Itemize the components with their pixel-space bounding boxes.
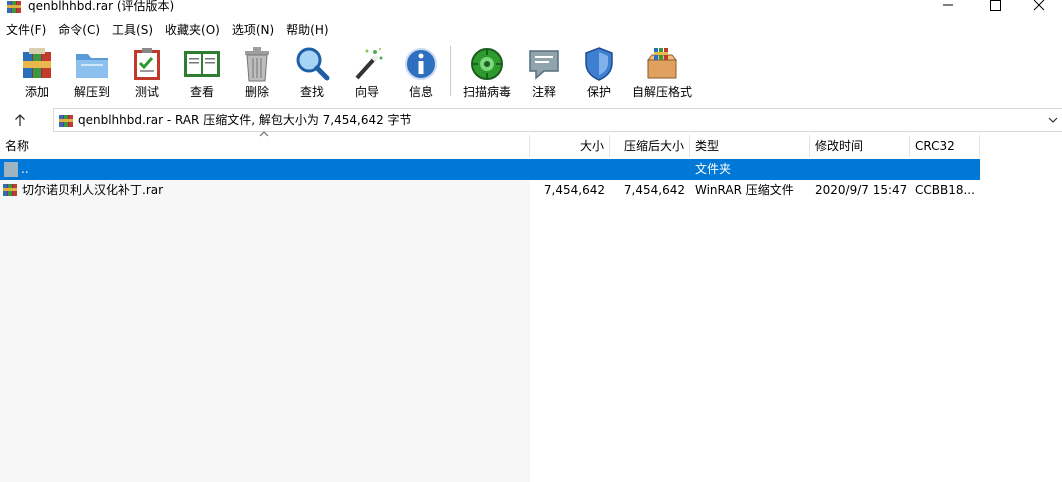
menu-commands[interactable]: 命令(C) — [52, 20, 106, 40]
info-label: 信息 — [408, 85, 433, 99]
chevron-down-icon — [1048, 117, 1058, 123]
wizard-icon — [355, 48, 383, 80]
title-bar: qenblhhbd.rar (评估版本) — [0, 0, 1062, 18]
address-dropdown-button[interactable] — [1046, 112, 1060, 128]
extract-to-icon — [76, 54, 108, 78]
rar-file-icon — [3, 184, 17, 196]
view-icon — [184, 51, 220, 77]
sfx-button[interactable]: 自解压格式 — [632, 44, 692, 102]
info-icon — [405, 48, 437, 80]
row-modified: 2020/9/7 15:47 — [815, 183, 908, 197]
arrow-up-icon — [15, 114, 25, 126]
row-name: .. — [21, 162, 29, 176]
delete-icon — [245, 47, 269, 82]
virus-scan-button[interactable]: 扫描病毒 — [457, 44, 517, 102]
winrar-app-icon — [7, 1, 21, 13]
find-button[interactable]: 查找 — [282, 44, 342, 102]
add-label: 添加 — [24, 85, 49, 99]
menu-file[interactable]: 文件(F) — [0, 20, 52, 40]
row-type: WinRAR 压缩文件 — [695, 183, 794, 197]
test-button[interactable]: 测试 — [117, 44, 177, 102]
minimize-button[interactable] — [925, 0, 971, 18]
protect-button[interactable]: 保护 — [569, 44, 629, 102]
toolbar-separator — [450, 46, 451, 96]
list-item-parent-folder[interactable]: .. 文件夹 — [0, 159, 980, 180]
test-icon — [134, 48, 160, 80]
delete-label: 删除 — [244, 85, 269, 99]
menu-tools[interactable]: 工具(S) — [106, 20, 159, 40]
comment-icon — [529, 50, 559, 80]
row-name: 切尔诺贝利人汉化补丁.rar — [22, 183, 164, 197]
add-button[interactable]: 添加 — [7, 44, 67, 102]
sfx-label: 自解压格式 — [632, 85, 693, 99]
name-column-background — [0, 180, 530, 482]
address-bar: qenblhhbd.rar - RAR 压缩文件, 解包大小为 7,454,64… — [0, 108, 1062, 132]
toolbar: 添加 解压到 测试 查看 删除 查找 向导 信息 扫描病毒 注释 保护 自解压格… — [0, 40, 1062, 102]
maximize-button[interactable] — [972, 0, 1018, 18]
row-type: 文件夹 — [695, 162, 732, 176]
menu-help[interactable]: 帮助(H) — [280, 20, 334, 40]
menu-options[interactable]: 选项(N) — [226, 20, 280, 40]
virus-scan-label: 扫描病毒 — [462, 85, 511, 99]
column-header-modified[interactable]: 修改时间 — [810, 135, 910, 157]
file-list: 名称 大小 压缩后大小 类型 修改时间 CRC32 .. 文件夹 切尔诺贝利人汉… — [0, 131, 1062, 482]
comment-button[interactable]: 注释 — [514, 44, 574, 102]
list-header: 名称 大小 压缩后大小 类型 修改时间 CRC32 — [0, 131, 1062, 157]
address-field[interactable]: qenblhhbd.rar - RAR 压缩文件, 解包大小为 7,454,64… — [53, 108, 1062, 132]
close-button[interactable] — [1016, 0, 1062, 18]
wizard-button[interactable]: 向导 — [337, 44, 397, 102]
find-label: 查找 — [299, 85, 324, 99]
minimize-icon — [943, 4, 953, 6]
test-label: 测试 — [134, 85, 159, 99]
address-text: qenblhhbd.rar - RAR 压缩文件, 解包大小为 7,454,64… — [78, 113, 412, 127]
list-item-file[interactable]: 切尔诺贝利人汉化补丁.rar 7,454,642 7,454,642 WinRA… — [0, 180, 980, 201]
row-crc: CCBB18... — [915, 183, 975, 197]
rar-archive-icon — [59, 115, 73, 127]
protect-label: 保护 — [586, 85, 611, 99]
window-title: qenblhhbd.rar (评估版本) — [28, 0, 175, 13]
menu-bar: 文件(F) 命令(C) 工具(S) 收藏夹(O) 选项(N) 帮助(H) — [0, 20, 1062, 40]
delete-button[interactable]: 删除 — [227, 44, 287, 102]
maximize-icon — [990, 0, 1001, 11]
column-header-size[interactable]: 大小 — [530, 135, 610, 157]
find-icon — [296, 47, 330, 81]
info-button[interactable]: 信息 — [391, 44, 451, 102]
virus-scan-icon — [471, 48, 503, 80]
up-button[interactable] — [10, 110, 30, 130]
view-button[interactable]: 查看 — [172, 44, 232, 102]
view-label: 查看 — [189, 85, 214, 99]
protect-icon — [585, 47, 613, 81]
comment-label: 注释 — [531, 85, 556, 99]
extract-to-button[interactable]: 解压到 — [62, 44, 122, 102]
column-header-crc[interactable]: CRC32 — [910, 135, 980, 157]
column-header-packed[interactable]: 压缩后大小 — [610, 135, 690, 157]
column-header-type[interactable]: 类型 — [690, 135, 810, 157]
close-icon — [1033, 0, 1045, 11]
row-packed: 7,454,642 — [623, 183, 685, 197]
extract-to-label: 解压到 — [73, 85, 110, 99]
row-size: 7,454,642 — [543, 183, 605, 197]
sfx-icon — [646, 48, 678, 79]
menu-favorites[interactable]: 收藏夹(O) — [159, 20, 226, 40]
add-archive-icon — [23, 48, 51, 78]
column-header-name[interactable]: 名称 — [0, 135, 530, 157]
wizard-label: 向导 — [354, 85, 379, 99]
